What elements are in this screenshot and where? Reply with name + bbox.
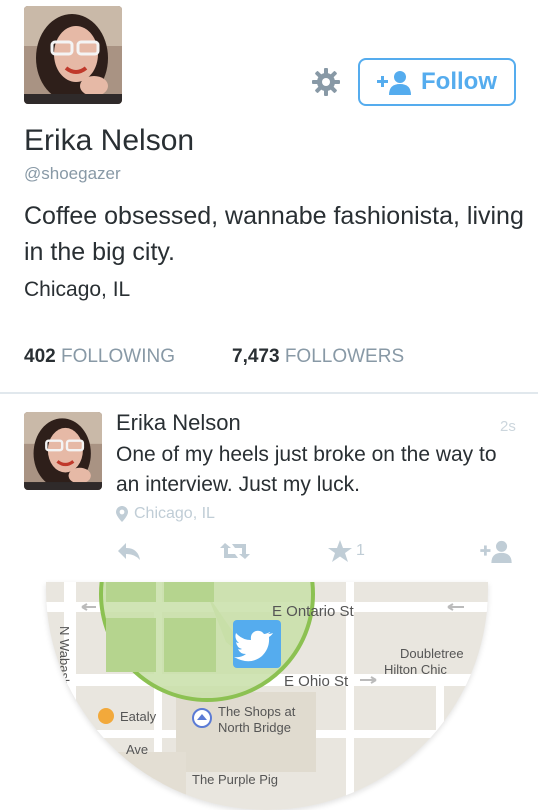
map-label-eataly: Eataly [120,709,157,724]
retweet-button[interactable] [220,534,250,568]
tweet-avatar[interactable] [24,412,102,490]
map-label-shops-2: North Bridge [218,720,291,735]
following-label: FOLLOWING [60,346,175,367]
retweet-icon [220,543,250,559]
profile-avatar[interactable] [24,6,122,104]
gear-icon[interactable] [310,66,342,98]
tweet-timestamp[interactable]: 2s [500,418,516,435]
map-label-n-wabash: N Wabash [57,626,72,686]
profile-location: Chicago, IL [24,278,131,301]
map-label-purple-pig: The Purple Pig [192,772,278,787]
follow-button[interactable]: Follow [358,58,516,106]
reply-button[interactable] [116,534,142,568]
profile-name: Erika Nelson [24,124,195,157]
section-divider [0,392,538,394]
map-label-e-ohio: E Ohio St [284,673,349,690]
followers-label: FOLLOWERS [284,346,405,367]
tweet-author-name[interactable]: Erika Nelson [116,410,241,436]
add-user-icon [377,71,411,95]
reply-icon [118,543,140,560]
follow-user-icon [480,540,512,563]
tweet-text: One of my heels just broke on the way to… [116,443,497,496]
tweet-location-label: Chicago, IL [134,505,215,522]
favorite-button[interactable]: 1 [328,534,365,568]
favorite-count: 1 [356,542,365,559]
tweet-actions: 1 [110,534,520,568]
followers-count: 7,473 [232,346,280,367]
follow-button-label: Follow [421,68,497,95]
following-count: 402 [24,346,56,367]
map-label-doubletree-2: Hilton Chic [384,662,447,677]
favorite-icon [328,540,352,562]
follow-author-button[interactable] [480,534,512,568]
location-pin-icon [116,506,128,522]
profile-handle[interactable]: @shoegazer [24,164,121,184]
followers-stat[interactable]: 7,473 FOLLOWERS [232,346,404,368]
tweet-location-map[interactable]: E Ontario St E Ohio St N Wabash Doubletr… [46,582,488,810]
tweet-location[interactable]: Chicago, IL [116,505,215,523]
profile-bio: Coffee obsessed, wannabe fashionista, li… [24,202,524,266]
map-label-doubletree-1: Doubletree [400,646,464,661]
twitter-bird-icon[interactable] [233,620,281,668]
following-stat[interactable]: 402 FOLLOWING [24,346,175,368]
map-label-shops-1: The Shops at [218,704,296,719]
map-label-e-ontario: E Ontario St [272,603,355,620]
map-label-ave: Ave [126,742,148,757]
